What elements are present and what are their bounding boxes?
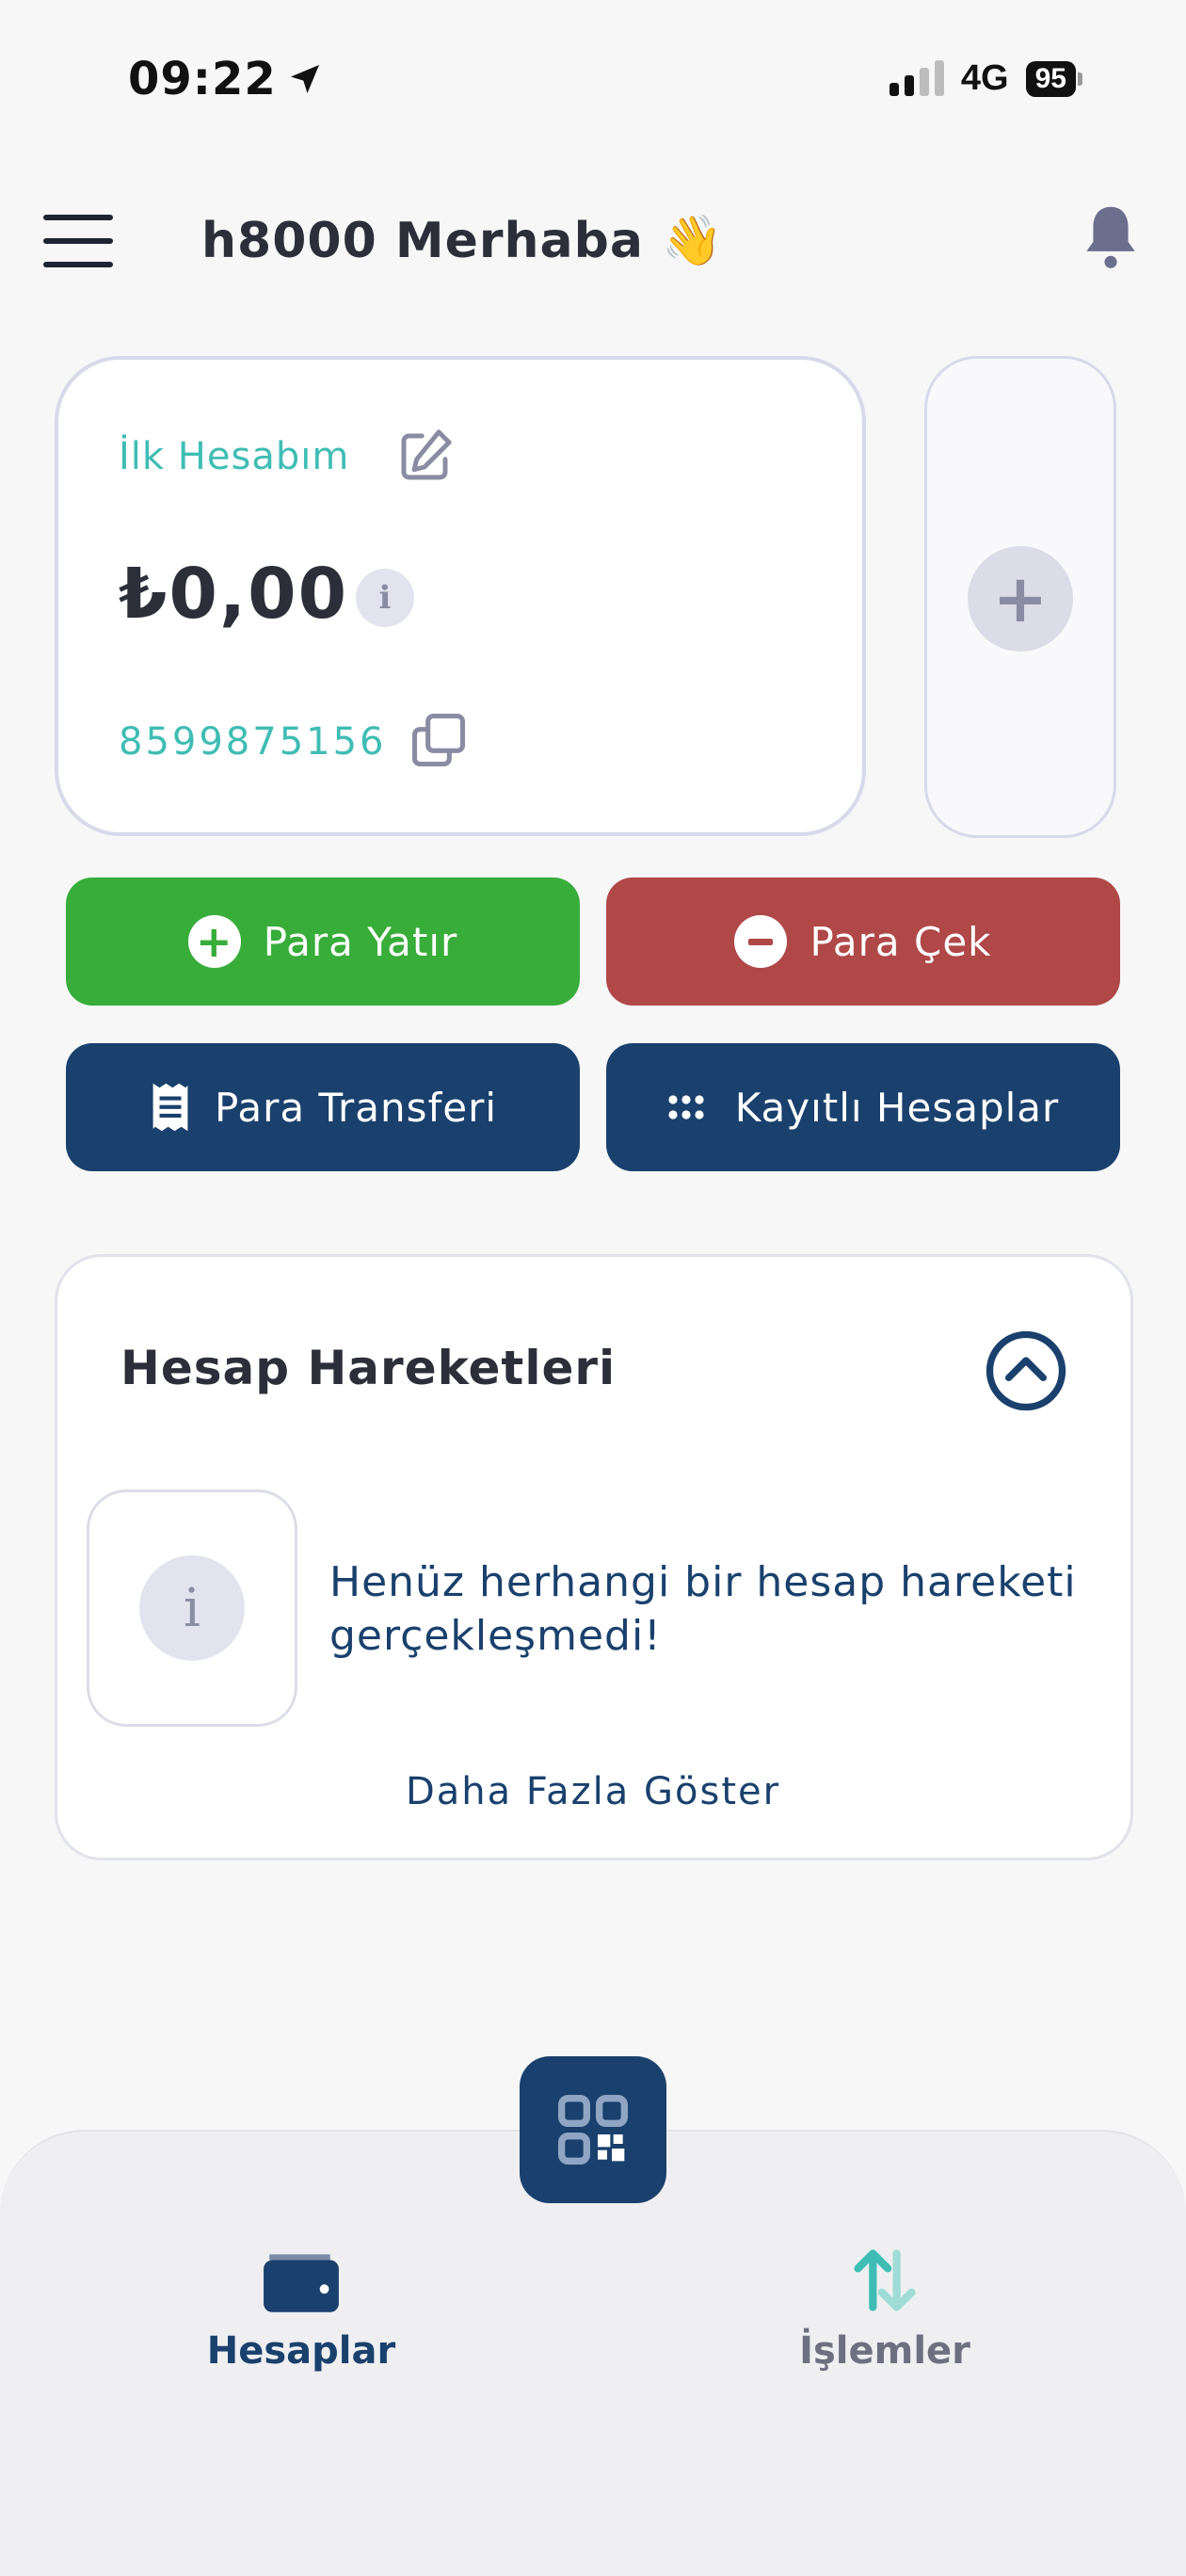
swap-arrows-icon (854, 2249, 916, 2311)
menu-icon[interactable] (43, 215, 113, 267)
location-arrow-icon (290, 65, 319, 93)
minus-circle-icon (734, 915, 788, 968)
balance-info-icon[interactable]: i (356, 569, 414, 627)
account-name: İlk Hesabım (119, 435, 350, 478)
greeting-text: h8000 Merhaba (201, 213, 644, 269)
nav-item-transactions[interactable]: İşlemler (781, 2245, 988, 2373)
battery-level: 95 (1025, 60, 1076, 97)
account-number: 8599875156 (119, 720, 387, 764)
empty-state-message: Henüz herhangi bir hesap hareketi gerçek… (329, 1558, 1077, 1660)
battery-icon: 95 (1025, 60, 1082, 97)
receipt-icon (152, 1083, 188, 1132)
wallet-icon (264, 2254, 339, 2312)
qr-code-icon (558, 2095, 628, 2165)
saved-accounts-button[interactable]: Kayıtlı Hesaplar (606, 1043, 1120, 1171)
greeting-title: h8000 Merhaba 👋 (201, 212, 724, 269)
info-icon: i (139, 1555, 245, 1661)
transfer-button[interactable]: Para Transferi (66, 1043, 580, 1171)
transfer-label: Para Transferi (214, 1084, 498, 1131)
chevron-up-circle-icon[interactable] (985, 1329, 1067, 1412)
signal-icon (889, 59, 944, 96)
add-account-plus-icon[interactable]: + (968, 546, 1073, 652)
deposit-label: Para Yatır (263, 918, 458, 965)
qr-scan-button[interactable] (520, 2056, 666, 2203)
withdraw-button[interactable]: Para Çek (606, 877, 1120, 1006)
edit-icon[interactable] (393, 426, 456, 488)
show-more-link[interactable]: Daha Fazla Göster (0, 1770, 1186, 1813)
deposit-button[interactable]: + Para Yatır (66, 877, 580, 1006)
time-label: 09:22 (128, 53, 277, 105)
plus-circle-icon: + (187, 915, 241, 968)
saved-accounts-label: Kayıtlı Hesaplar (734, 1084, 1060, 1131)
notification-bell-icon[interactable] (1077, 201, 1145, 277)
transactions-title: Hesap Hareketleri (120, 1341, 617, 1395)
grid-dots-icon (668, 1095, 704, 1119)
status-bar-indicators: 4G 95 (889, 58, 1082, 99)
copy-icon[interactable] (407, 708, 471, 772)
status-bar-time: 09:22 (128, 53, 324, 105)
nav-transactions-label: İşlemler (799, 2329, 970, 2373)
nav-item-accounts[interactable]: Hesaplar (198, 2245, 405, 2373)
withdraw-label: Para Çek (809, 918, 992, 965)
waving-hand-emoji: 👋 (662, 213, 724, 269)
account-balance: ₺0,00 (119, 554, 349, 635)
nav-accounts-label: Hesaplar (206, 2329, 396, 2373)
network-label: 4G (960, 58, 1009, 98)
